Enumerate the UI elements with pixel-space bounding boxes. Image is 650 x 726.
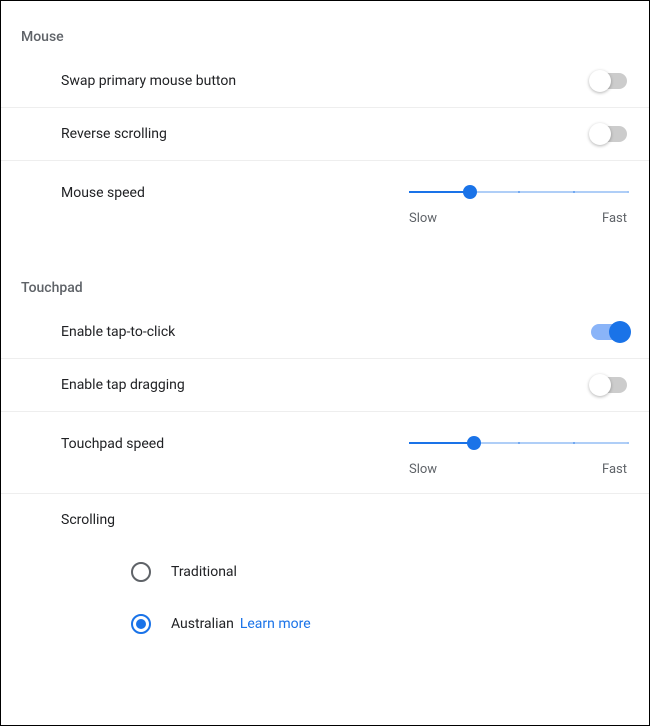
tap-to-click-row: Enable tap-to-click (1, 306, 649, 359)
toggle-knob (589, 374, 611, 396)
toggle-knob (589, 123, 611, 145)
mouse-speed-max-label: Fast (602, 211, 627, 226)
toggle-knob (589, 70, 611, 92)
swap-primary-toggle[interactable] (591, 73, 627, 89)
mouse-speed-label: Mouse speed (61, 185, 145, 201)
reverse-scrolling-toggle[interactable] (591, 126, 627, 142)
slider-tick (627, 191, 629, 193)
slider-knob (463, 185, 477, 199)
touchpad-speed-min-label: Slow (409, 462, 437, 477)
touchpad-speed-max-label: Fast (602, 462, 627, 477)
scrolling-traditional-label: Traditional (171, 564, 237, 580)
scrolling-traditional-radio-row[interactable]: Traditional (61, 546, 629, 598)
learn-more-link[interactable]: Learn more (240, 616, 311, 632)
reverse-scrolling-row: Reverse scrolling (1, 108, 649, 161)
touchpad-speed-row: Touchpad speed Slow Fast (1, 412, 649, 494)
slider-tick (518, 191, 520, 193)
reverse-scrolling-label: Reverse scrolling (61, 126, 167, 142)
tap-dragging-row: Enable tap dragging (1, 359, 649, 412)
mouse-speed-row: Mouse speed Slow Fast (1, 161, 649, 242)
tap-to-click-label: Enable tap-to-click (61, 324, 175, 340)
swap-primary-label: Swap primary mouse button (61, 73, 236, 89)
slider-tick (627, 442, 629, 444)
toggle-knob (609, 321, 631, 343)
mouse-speed-min-label: Slow (409, 211, 437, 226)
tap-to-click-toggle[interactable] (591, 324, 627, 340)
touchpad-speed-label: Touchpad speed (61, 436, 164, 452)
slider-knob (467, 436, 481, 450)
slider-tick (518, 442, 520, 444)
scrolling-header: Scrolling (1, 494, 649, 538)
tap-dragging-label: Enable tap dragging (61, 377, 185, 393)
slider-tick (573, 442, 575, 444)
scrolling-australian-label: Australian (171, 616, 234, 632)
scrolling-australian-radio (131, 614, 151, 634)
slider-tick (573, 191, 575, 193)
slider-track-fill (409, 191, 470, 193)
tap-dragging-toggle[interactable] (591, 377, 627, 393)
mouse-section-header: Mouse (1, 21, 649, 55)
touchpad-section-header: Touchpad (1, 272, 649, 306)
mouse-speed-slider[interactable] (409, 185, 627, 199)
scrolling-traditional-radio (131, 562, 151, 582)
scrolling-australian-radio-row[interactable]: Australian Learn more (61, 598, 629, 650)
touchpad-speed-slider[interactable] (409, 436, 627, 450)
slider-track-fill (409, 442, 474, 444)
swap-primary-row: Swap primary mouse button (1, 55, 649, 108)
